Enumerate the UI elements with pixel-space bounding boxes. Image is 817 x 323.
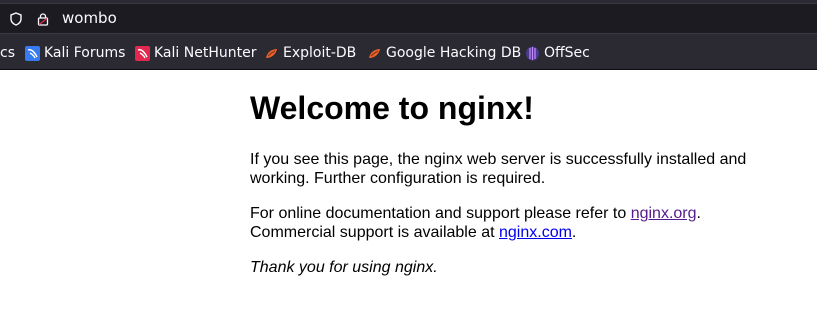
bookmark-item-cs[interactable]: cs <box>0 45 15 61</box>
bookmark-label: Google Hacking DB <box>386 45 522 61</box>
bookmark-item-offsec[interactable]: OffSec <box>525 45 590 61</box>
bookmark-label: Kali Forums <box>44 45 126 61</box>
kali-forums-icon <box>25 45 40 61</box>
docs-paragraph: For online documentation and support ple… <box>250 204 770 242</box>
lock-icon[interactable] <box>36 12 50 26</box>
commercial-text: Commercial support is available at <box>250 224 499 241</box>
docs-text: For online documentation and support ple… <box>250 205 631 222</box>
shield-icon[interactable] <box>9 12 23 26</box>
browser-chrome: wombo cs Kali Forums Kali NetHunter Expl… <box>0 0 817 70</box>
url-text[interactable]: wombo <box>62 9 117 27</box>
url-bar[interactable]: wombo <box>0 3 817 34</box>
bookmark-label: cs <box>0 45 15 61</box>
bookmark-label: Kali NetHunter <box>154 45 257 61</box>
bookmark-label: OffSec <box>544 45 590 61</box>
kali-nethunter-icon <box>135 45 150 61</box>
exploit-db-icon <box>266 48 277 58</box>
intro-paragraph: If you see this page, the nginx web serv… <box>250 151 747 187</box>
bookmark-item-google-hacking-db[interactable]: Google Hacking DB <box>367 45 521 61</box>
nginx-org-link[interactable]: nginx.org <box>631 205 697 222</box>
offsec-icon <box>526 46 539 60</box>
bookmark-item-exploit-db[interactable]: Exploit-DB <box>264 45 356 61</box>
thanks-paragraph: Thank you for using nginx. <box>250 259 438 276</box>
bookmarks-toolbar: cs Kali Forums Kali NetHunter Exploit-DB <box>0 38 817 69</box>
bookmark-item-kali-nethunter[interactable]: Kali NetHunter <box>135 45 256 61</box>
page-title: Welcome to nginx! <box>250 90 534 126</box>
toolbar-divider <box>0 69 817 70</box>
bookmark-item-kali-forums[interactable]: Kali Forums <box>25 45 125 61</box>
bookmark-label: Exploit-DB <box>283 45 357 61</box>
docs-text-period: . <box>696 205 701 222</box>
commercial-text-period: . <box>571 224 577 241</box>
google-hacking-db-icon <box>369 48 380 58</box>
nginx-com-link[interactable]: nginx.com <box>499 224 572 241</box>
